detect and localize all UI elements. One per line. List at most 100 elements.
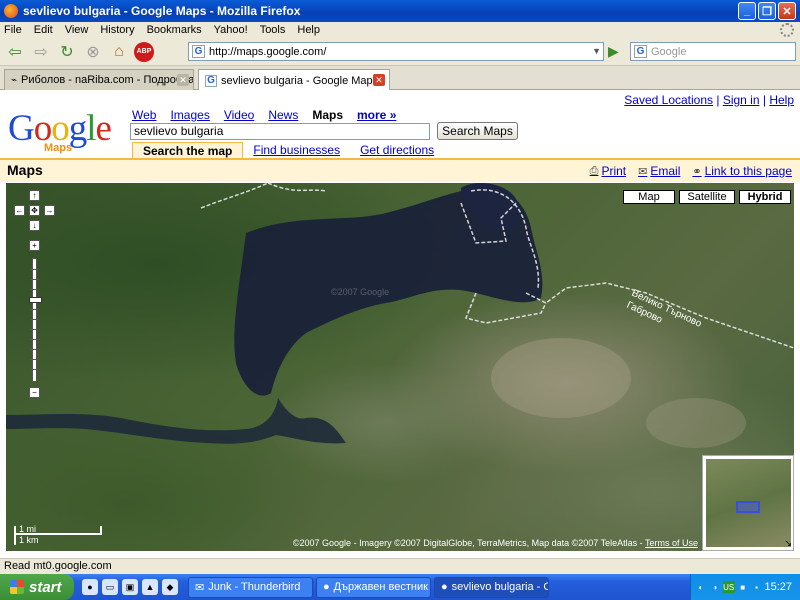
menu-edit[interactable]: Edit: [34, 24, 53, 36]
status-text: Read mt0.google.com: [4, 560, 112, 572]
adblock-icon[interactable]: ABP: [134, 41, 154, 62]
tray-app-icon[interactable]: ◐: [695, 581, 707, 593]
search-engine-box[interactable]: G Google: [630, 42, 796, 61]
url-text: http://maps.google.com/: [209, 45, 327, 58]
app-quicklaunch-icon[interactable]: ◆: [162, 579, 178, 595]
get-directions-tab[interactable]: Get directions: [350, 142, 444, 159]
pan-right-icon[interactable]: →: [44, 205, 55, 216]
firefox-task-icon: ●: [323, 581, 330, 593]
menu-bookmarks[interactable]: Bookmarks: [147, 24, 202, 36]
overview-viewport-box[interactable]: [736, 501, 760, 513]
map-actions: ⎙ Print ✉ Email ⚭ Link to this page: [590, 164, 792, 178]
close-tab-icon[interactable]: ✕: [373, 74, 385, 86]
link-to-page-link[interactable]: ⚭ Link to this page: [692, 164, 792, 178]
google-favicon-icon: G: [205, 74, 217, 87]
system-tray: ◐ ◑ US ■ ▪ 15:27: [690, 574, 800, 600]
desktop-quicklaunch-icon[interactable]: ▭: [102, 579, 118, 595]
tab-nariba[interactable]: ⌁ Риболов - naRiba.com - Подробна ка... …: [4, 69, 194, 90]
overview-toggle-icon[interactable]: ↘: [784, 538, 792, 549]
menu-history[interactable]: History: [100, 24, 134, 36]
scale-kilometers: 1 km: [14, 535, 100, 545]
status-bar: Read mt0.google.com: [0, 558, 800, 574]
search-vertical-tabs: Web Images Video News Maps more »: [132, 108, 396, 122]
media-quicklaunch-icon[interactable]: ▣: [122, 579, 138, 595]
link-label: Link to this page: [704, 164, 792, 178]
maximize-button[interactable]: ❐: [758, 2, 776, 20]
sign-in-link[interactable]: Sign in: [723, 93, 760, 107]
map-type-map-button[interactable]: Map: [623, 190, 675, 204]
pan-up-icon[interactable]: ↑: [29, 190, 40, 201]
find-businesses-tab[interactable]: Find businesses: [243, 142, 350, 159]
menu-view[interactable]: View: [65, 24, 89, 36]
google-maps-page: Saved Locations | Sign in | Help Google …: [0, 90, 800, 558]
pan-center-icon[interactable]: ✥: [29, 205, 40, 216]
tray-app-icon[interactable]: ▪: [751, 581, 763, 593]
email-link[interactable]: ✉ Email: [638, 164, 680, 178]
map-imagery: Велико Търново Габрово ©2007 Google: [6, 183, 794, 448]
village-area: [646, 398, 746, 448]
tab-video[interactable]: Video: [224, 108, 254, 122]
pan-left-icon[interactable]: ←: [14, 205, 25, 216]
task-label: Държавен вестник -...: [333, 581, 430, 593]
tab-google-maps[interactable]: G sevlievo bulgaria - Google Maps ✕: [198, 69, 390, 91]
help-link[interactable]: Help: [769, 93, 794, 107]
tab-more[interactable]: more »: [357, 108, 396, 122]
firefox-task-icon: ●: [441, 581, 448, 593]
home-icon[interactable]: ⌂: [108, 41, 130, 63]
zoom-out-button[interactable]: −: [29, 387, 40, 398]
saved-locations-link[interactable]: Saved Locations: [624, 93, 713, 107]
zoom-slider-thumb[interactable]: [29, 297, 42, 303]
search-the-map-tab[interactable]: Search the map: [132, 142, 244, 159]
maps-search-input[interactable]: sevlievo bulgaria: [130, 123, 430, 140]
map-type-hybrid-button[interactable]: Hybrid: [739, 190, 791, 204]
zoom-slider-track[interactable]: [29, 258, 42, 382]
forward-arrow-icon[interactable]: ⇨: [30, 41, 52, 63]
firefox-quicklaunch-icon[interactable]: ●: [82, 579, 98, 595]
tab-web[interactable]: Web: [132, 108, 156, 122]
menu-help[interactable]: Help: [297, 24, 320, 36]
close-tab-icon[interactable]: ✕: [177, 74, 189, 86]
menu-tools[interactable]: Tools: [260, 24, 286, 36]
language-indicator[interactable]: US: [722, 581, 735, 593]
tab-label: sevlievo bulgaria - Google Maps: [221, 74, 379, 87]
print-link[interactable]: ⎙ Print: [590, 164, 627, 178]
url-dropdown-icon[interactable]: ▼: [592, 46, 601, 56]
close-button[interactable]: ✕: [778, 2, 796, 20]
tray-app-icon[interactable]: ◑: [709, 581, 721, 593]
overview-map[interactable]: ↘: [702, 455, 794, 551]
river: [6, 398, 346, 444]
zoom-in-button[interactable]: +: [29, 240, 40, 251]
back-arrow-icon[interactable]: ⇦: [4, 41, 26, 63]
envelope-icon: ✉: [638, 165, 648, 178]
account-links: Saved Locations | Sign in | Help: [624, 93, 794, 107]
stop-icon[interactable]: ⊗: [82, 41, 104, 63]
pan-down-icon[interactable]: ↓: [29, 220, 40, 231]
vlc-quicklaunch-icon[interactable]: ▲: [142, 579, 158, 595]
map-type-satellite-button[interactable]: Satellite: [679, 190, 735, 204]
search-maps-button[interactable]: Search Maps: [437, 122, 518, 140]
windows-flag-icon: [10, 580, 24, 594]
go-arrow-icon[interactable]: ▶: [608, 43, 619, 60]
task-darzhaven-vestnik[interactable]: ● Държавен вестник -...: [316, 576, 431, 598]
tab-label: Риболов - naRiba.com - Подробна ка...: [21, 74, 194, 86]
task-label: sevlievo bulgaria - Go...: [451, 581, 548, 593]
throbber-icon: [780, 23, 794, 37]
tray-app-icon[interactable]: ■: [737, 581, 749, 593]
terms-of-use-link[interactable]: Terms of Use: [645, 538, 698, 548]
maps-title: Maps: [7, 162, 43, 178]
minimize-button[interactable]: _: [738, 2, 756, 20]
maps-header-bar: Maps ⎙ Print ✉ Email ⚭ Link to this page: [0, 158, 800, 182]
task-google-maps[interactable]: ● sevlievo bulgaria - Go...: [434, 576, 549, 598]
task-thunderbird[interactable]: ✉ Junk - Thunderbird: [188, 576, 313, 598]
menu-yahoo[interactable]: Yahoo!: [214, 24, 248, 36]
windows-taskbar: start ● ▭ ▣ ▲ ◆ ✉ Junk - Thunderbird ● Д…: [0, 574, 800, 600]
tab-images[interactable]: Images: [170, 108, 209, 122]
satellite-map[interactable]: Велико Търново Габрово ©2007 Google Map …: [6, 183, 794, 551]
map-watermark: ©2007 Google: [331, 287, 389, 297]
menu-file[interactable]: File: [4, 24, 22, 36]
url-bar[interactable]: G http://maps.google.com/ ▼: [188, 42, 604, 61]
start-button[interactable]: start: [0, 574, 74, 600]
search-engine-icon[interactable]: G: [634, 45, 647, 58]
reload-icon[interactable]: ↻: [56, 41, 78, 63]
tab-news[interactable]: News: [268, 108, 298, 122]
